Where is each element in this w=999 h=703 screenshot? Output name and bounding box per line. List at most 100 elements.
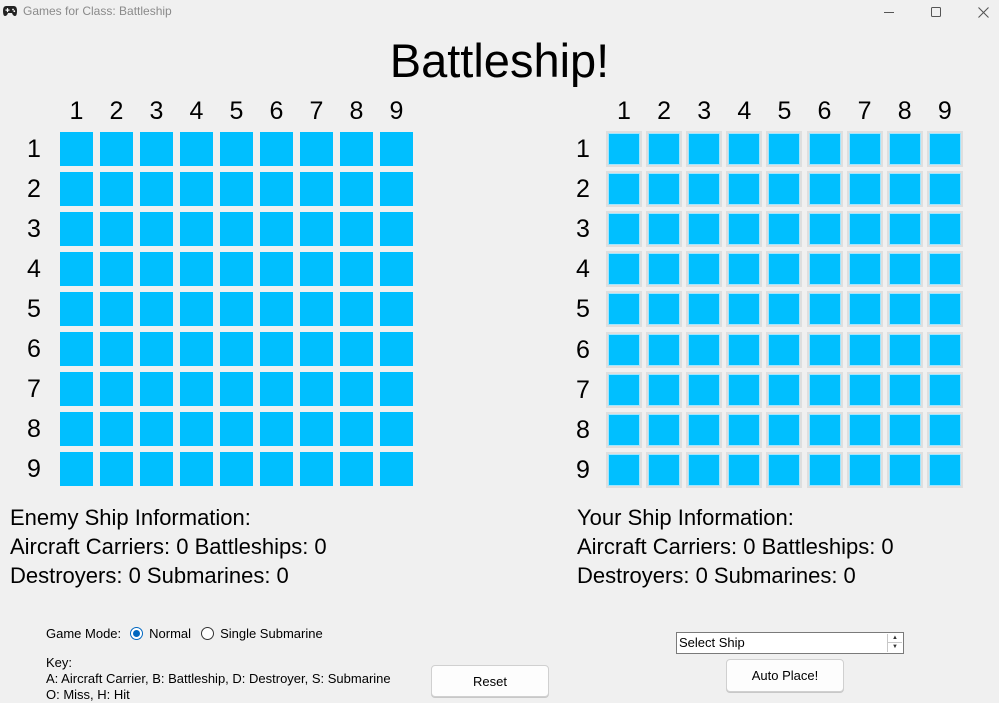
player-grid-cell[interactable] <box>726 131 763 167</box>
enemy-grid-cell[interactable] <box>100 172 133 206</box>
player-grid-cell[interactable] <box>806 171 843 208</box>
player-grid-cell[interactable] <box>606 291 642 328</box>
player-grid-cell[interactable] <box>926 371 963 408</box>
player-grid-cell[interactable] <box>846 251 883 288</box>
enemy-grid-cell[interactable] <box>140 292 173 326</box>
enemy-grid-cell[interactable] <box>220 212 253 246</box>
player-grid-cell[interactable] <box>886 451 923 488</box>
enemy-grid-cell[interactable] <box>140 252 173 286</box>
player-grid-cell[interactable] <box>726 291 763 328</box>
player-grid-cell[interactable] <box>766 251 803 288</box>
player-grid-cell[interactable] <box>846 171 883 208</box>
player-grid-cell[interactable] <box>686 411 723 448</box>
enemy-grid-cell[interactable] <box>260 332 293 366</box>
radio-normal[interactable] <box>130 627 144 640</box>
player-grid-cell[interactable] <box>886 251 923 288</box>
enemy-grid-cell[interactable] <box>300 132 333 166</box>
enemy-grid-cell[interactable] <box>340 412 373 446</box>
player-grid-cell[interactable] <box>766 291 803 328</box>
enemy-grid-cell[interactable] <box>340 252 373 286</box>
player-grid-cell[interactable] <box>846 371 883 408</box>
ship-select[interactable]: Select Ship ▲ ▼ <box>676 632 904 654</box>
enemy-grid-cell[interactable] <box>220 132 253 166</box>
player-grid-cell[interactable] <box>686 371 723 408</box>
player-grid-cell[interactable] <box>686 251 723 288</box>
enemy-grid-cell[interactable] <box>100 132 133 166</box>
player-grid-cell[interactable] <box>646 211 683 248</box>
enemy-grid-cell[interactable] <box>220 412 253 446</box>
enemy-grid-cell[interactable] <box>380 332 413 366</box>
enemy-grid-cell[interactable] <box>340 452 373 486</box>
enemy-grid-cell[interactable] <box>300 412 333 446</box>
radio-normal-label[interactable]: Normal <box>149 626 191 641</box>
player-grid-cell[interactable] <box>646 171 683 208</box>
enemy-grid-cell[interactable] <box>260 252 293 286</box>
enemy-grid-cell[interactable] <box>180 452 213 486</box>
enemy-grid-cell[interactable] <box>260 292 293 326</box>
enemy-grid-cell[interactable] <box>300 292 333 326</box>
enemy-grid-cell[interactable] <box>260 412 293 446</box>
player-grid-cell[interactable] <box>846 131 883 167</box>
player-grid-cell[interactable] <box>726 251 763 288</box>
enemy-grid-cell[interactable] <box>340 372 373 406</box>
enemy-grid-cell[interactable] <box>260 452 293 486</box>
enemy-grid-cell[interactable] <box>140 212 173 246</box>
player-grid-cell[interactable] <box>686 331 723 368</box>
enemy-grid-cell[interactable] <box>100 332 133 366</box>
enemy-grid-cell[interactable] <box>180 412 213 446</box>
enemy-grid-cell[interactable] <box>260 372 293 406</box>
enemy-grid-cell[interactable] <box>140 372 173 406</box>
ship-select-spinner[interactable]: ▲ ▼ <box>887 634 902 652</box>
player-grid-cell[interactable] <box>686 211 723 248</box>
enemy-grid-cell[interactable] <box>380 292 413 326</box>
auto-place-button[interactable]: Auto Place! <box>726 659 844 692</box>
player-grid-cell[interactable] <box>886 331 923 368</box>
enemy-grid-cell[interactable] <box>260 212 293 246</box>
enemy-grid-cell[interactable] <box>220 172 253 206</box>
player-grid-cell[interactable] <box>886 371 923 408</box>
enemy-grid-cell[interactable] <box>180 172 213 206</box>
player-grid-cell[interactable] <box>646 451 683 488</box>
player-grid-cell[interactable] <box>766 131 803 167</box>
player-grid-cell[interactable] <box>606 251 642 288</box>
enemy-grid-cell[interactable] <box>180 372 213 406</box>
enemy-grid-cell[interactable] <box>220 332 253 366</box>
player-grid-cell[interactable] <box>606 451 642 488</box>
player-grid-cell[interactable] <box>726 371 763 408</box>
player-grid-cell[interactable] <box>766 411 803 448</box>
player-grid-cell[interactable] <box>806 451 843 488</box>
enemy-grid-cell[interactable] <box>220 372 253 406</box>
enemy-grid-cell[interactable] <box>100 412 133 446</box>
enemy-grid-cell[interactable] <box>60 252 93 286</box>
enemy-grid-cell[interactable] <box>300 252 333 286</box>
player-grid-cell[interactable] <box>846 291 883 328</box>
minimize-button[interactable] <box>866 0 912 24</box>
player-grid-cell[interactable] <box>726 171 763 208</box>
player-grid-cell[interactable] <box>846 331 883 368</box>
enemy-grid-cell[interactable] <box>300 332 333 366</box>
player-grid-cell[interactable] <box>606 211 642 248</box>
player-grid-cell[interactable] <box>886 211 923 248</box>
player-grid-cell[interactable] <box>646 411 683 448</box>
player-grid-cell[interactable] <box>806 131 843 167</box>
close-button[interactable] <box>960 0 999 24</box>
player-grid-cell[interactable] <box>606 171 642 208</box>
player-grid-cell[interactable] <box>766 211 803 248</box>
player-grid-cell[interactable] <box>606 131 642 167</box>
player-grid-cell[interactable] <box>686 171 723 208</box>
player-grid-cell[interactable] <box>806 251 843 288</box>
player-grid-cell[interactable] <box>806 331 843 368</box>
enemy-grid-cell[interactable] <box>100 452 133 486</box>
spin-up-icon[interactable]: ▲ <box>888 634 902 643</box>
enemy-grid-cell[interactable] <box>60 452 93 486</box>
player-grid-cell[interactable] <box>726 451 763 488</box>
enemy-grid-cell[interactable] <box>380 412 413 446</box>
enemy-grid-cell[interactable] <box>220 452 253 486</box>
player-grid-cell[interactable] <box>606 411 642 448</box>
maximize-button[interactable] <box>913 0 959 24</box>
player-grid-cell[interactable] <box>646 131 683 167</box>
enemy-grid-cell[interactable] <box>60 292 93 326</box>
player-grid-cell[interactable] <box>806 291 843 328</box>
enemy-grid-cell[interactable] <box>380 212 413 246</box>
enemy-grid-cell[interactable] <box>340 172 373 206</box>
